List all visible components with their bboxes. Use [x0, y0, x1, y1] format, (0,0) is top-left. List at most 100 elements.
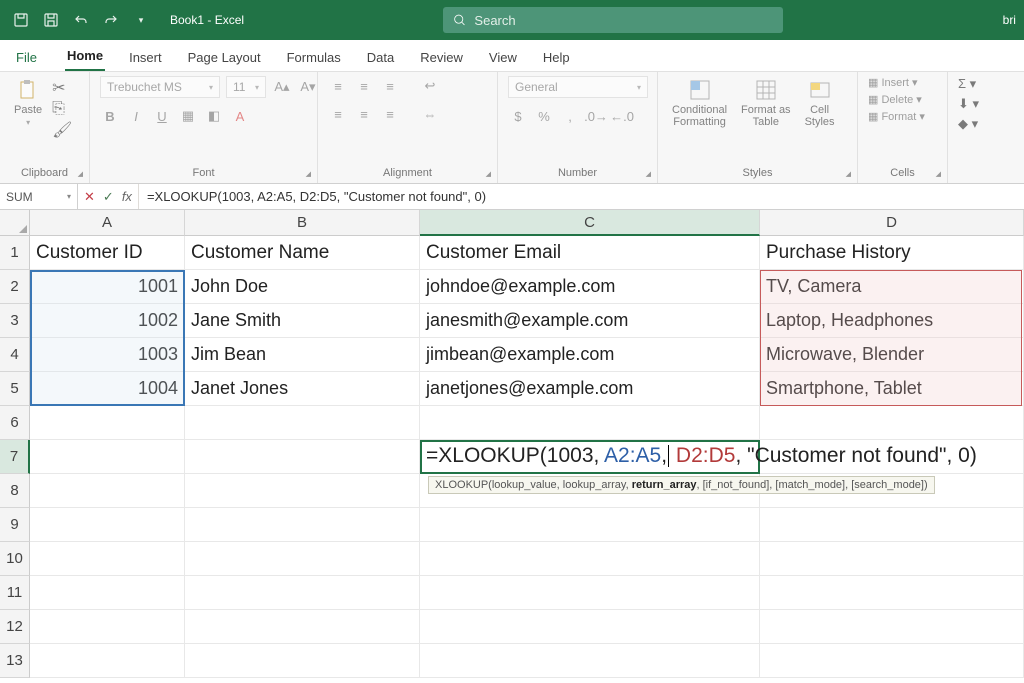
align-center-icon[interactable]: ≡: [354, 104, 374, 124]
cell[interactable]: [420, 542, 760, 576]
cell[interactable]: [760, 542, 1024, 576]
row-header[interactable]: 1: [0, 236, 30, 270]
cell[interactable]: [760, 644, 1024, 678]
cell-B4[interactable]: Jim Bean: [185, 338, 420, 372]
format-painter-icon[interactable]: 🖌: [52, 120, 72, 140]
cell[interactable]: [30, 542, 185, 576]
align-bottom-icon[interactable]: ≡: [380, 76, 400, 96]
percent-icon[interactable]: %: [534, 106, 554, 126]
cell-C2[interactable]: johndoe@example.com: [420, 270, 760, 304]
italic-button[interactable]: I: [126, 106, 146, 126]
cell[interactable]: [30, 474, 185, 508]
tab-insert[interactable]: Insert: [127, 44, 164, 71]
currency-icon[interactable]: $: [508, 106, 528, 126]
search-input[interactable]: [474, 13, 773, 28]
cell-C3[interactable]: janesmith@example.com: [420, 304, 760, 338]
cell-B2[interactable]: John Doe: [185, 270, 420, 304]
decrease-decimal-icon[interactable]: ←.0: [612, 106, 632, 126]
row-header[interactable]: 8: [0, 474, 30, 508]
select-all-button[interactable]: [0, 210, 30, 236]
fx-icon[interactable]: fx: [122, 189, 132, 204]
cell[interactable]: [185, 406, 420, 440]
cells-delete-button[interactable]: ▦ Delete ▾: [868, 93, 922, 106]
cell[interactable]: [420, 610, 760, 644]
row-header[interactable]: 6: [0, 406, 30, 440]
row-header[interactable]: 9: [0, 508, 30, 542]
qat-dropdown-icon[interactable]: ▾: [130, 9, 152, 31]
align-top-icon[interactable]: ≡: [328, 76, 348, 96]
cell-D4[interactable]: Microwave, Blender: [760, 338, 1024, 372]
conditional-formatting-button[interactable]: Conditional Formatting: [668, 76, 731, 130]
row-header[interactable]: 2: [0, 270, 30, 304]
font-name-combo[interactable]: Trebuchet MS▾: [100, 76, 220, 98]
decrease-font-icon[interactable]: A▾: [298, 77, 318, 97]
row-header[interactable]: 7: [0, 440, 30, 474]
autosave-icon[interactable]: [10, 9, 32, 31]
tab-file[interactable]: File: [10, 44, 43, 71]
tab-data[interactable]: Data: [365, 44, 396, 71]
cell[interactable]: [30, 508, 185, 542]
increase-font-icon[interactable]: A▴: [272, 77, 292, 97]
cell[interactable]: [420, 644, 760, 678]
cell[interactable]: [185, 508, 420, 542]
cell[interactable]: [760, 406, 1024, 440]
cell[interactable]: [185, 440, 420, 474]
cell-A5[interactable]: 1004: [30, 372, 185, 406]
tab-help[interactable]: Help: [541, 44, 572, 71]
clear-icon[interactable]: ◆ ▾: [958, 116, 978, 132]
cell-B3[interactable]: Jane Smith: [185, 304, 420, 338]
cell-B1[interactable]: Customer Name: [185, 236, 420, 270]
cell-B5[interactable]: Janet Jones: [185, 372, 420, 406]
increase-decimal-icon[interactable]: .0→: [586, 106, 606, 126]
cancel-icon[interactable]: ✕: [84, 189, 95, 205]
align-left-icon[interactable]: ≡: [328, 104, 348, 124]
tab-home[interactable]: Home: [65, 42, 105, 71]
cell-A3[interactable]: 1002: [30, 304, 185, 338]
save-icon[interactable]: [40, 9, 62, 31]
font-color-button[interactable]: A: [230, 106, 250, 126]
row-header[interactable]: 4: [0, 338, 30, 372]
cells-insert-button[interactable]: ▦ Insert ▾: [868, 76, 918, 89]
undo-icon[interactable]: [70, 9, 92, 31]
cell-A2[interactable]: 1001: [30, 270, 185, 304]
cell[interactable]: [30, 406, 185, 440]
number-format-combo[interactable]: General▾: [508, 76, 648, 98]
wrap-text-icon[interactable]: ↩: [420, 76, 440, 96]
cut-icon[interactable]: ✂: [52, 78, 72, 98]
cell-C4[interactable]: jimbean@example.com: [420, 338, 760, 372]
format-as-table-button[interactable]: Format as Table: [737, 76, 795, 130]
enter-icon[interactable]: ✓: [103, 189, 114, 205]
col-header-A[interactable]: A: [30, 210, 185, 236]
cell[interactable]: [185, 542, 420, 576]
cell[interactable]: [30, 644, 185, 678]
cell-styles-button[interactable]: Cell Styles: [801, 76, 839, 130]
merge-center-icon[interactable]: ⇔: [420, 104, 440, 124]
cell[interactable]: [30, 576, 185, 610]
bold-button[interactable]: B: [100, 106, 120, 126]
tab-page-layout[interactable]: Page Layout: [186, 44, 263, 71]
autosum-icon[interactable]: Σ ▾: [958, 76, 976, 92]
cells-format-button[interactable]: ▦ Format ▾: [868, 110, 925, 123]
align-middle-icon[interactable]: ≡: [354, 76, 374, 96]
col-header-C[interactable]: C: [420, 210, 760, 236]
cell[interactable]: [185, 610, 420, 644]
cell-C1[interactable]: Customer Email: [420, 236, 760, 270]
cell[interactable]: [185, 644, 420, 678]
row-header[interactable]: 11: [0, 576, 30, 610]
font-size-combo[interactable]: 11▾: [226, 76, 266, 98]
cell[interactable]: [420, 406, 760, 440]
row-header[interactable]: 5: [0, 372, 30, 406]
name-box[interactable]: SUM▾: [0, 184, 78, 209]
fill-icon[interactable]: ⬇ ▾: [958, 96, 979, 112]
cell[interactable]: [30, 440, 185, 474]
cell[interactable]: [760, 576, 1024, 610]
cell[interactable]: [185, 474, 420, 508]
cell-C5[interactable]: janetjones@example.com: [420, 372, 760, 406]
cell-A1[interactable]: Customer ID: [30, 236, 185, 270]
fill-color-button[interactable]: ◧: [204, 106, 224, 126]
row-header[interactable]: 13: [0, 644, 30, 678]
cell-A4[interactable]: 1003: [30, 338, 185, 372]
tab-review[interactable]: Review: [418, 44, 465, 71]
spreadsheet-grid[interactable]: A B C D 1 Customer ID Customer Name Cust…: [0, 210, 1024, 678]
tab-view[interactable]: View: [487, 44, 519, 71]
